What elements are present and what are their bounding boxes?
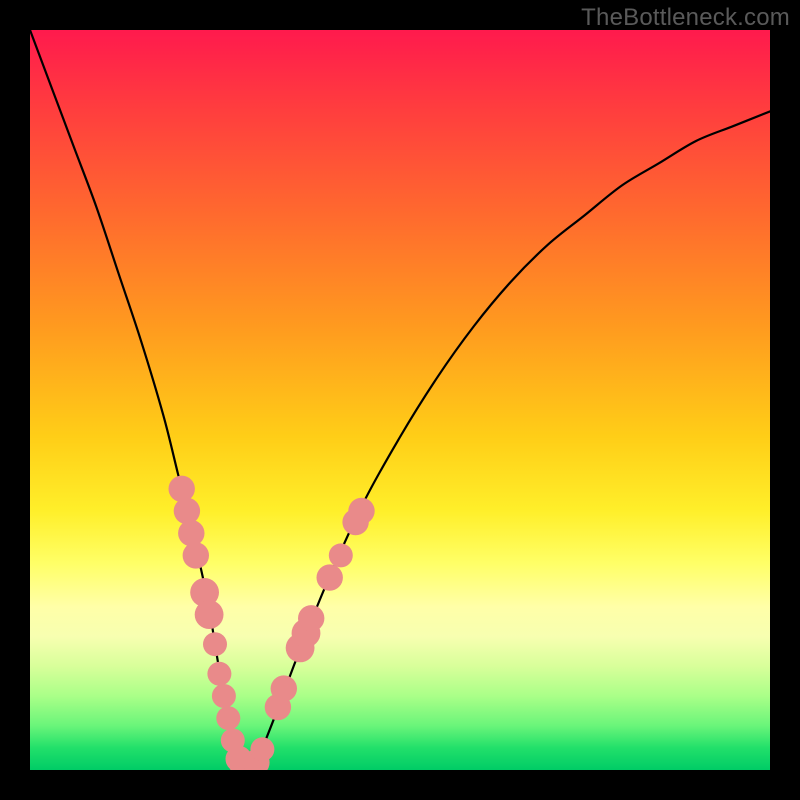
marker-point — [169, 476, 195, 502]
marker-point — [203, 632, 227, 656]
bottleneck-curve — [30, 30, 770, 770]
plot-area — [30, 30, 770, 770]
marker-point — [216, 706, 240, 730]
marker-point — [298, 605, 324, 631]
marker-point — [317, 564, 343, 590]
marker-point — [195, 600, 224, 629]
marker-point — [271, 675, 297, 701]
watermark-text: TheBottleneck.com — [581, 4, 790, 32]
marker-point — [207, 662, 231, 686]
curve-layer — [30, 30, 770, 770]
marker-point — [250, 737, 274, 761]
marker-point — [178, 520, 204, 546]
chart-frame: TheBottleneck.com — [0, 0, 800, 800]
marker-point — [329, 543, 353, 567]
marker-point — [212, 684, 236, 708]
marker-point — [183, 542, 209, 568]
marker-point — [348, 498, 374, 524]
marker-point — [174, 498, 200, 524]
